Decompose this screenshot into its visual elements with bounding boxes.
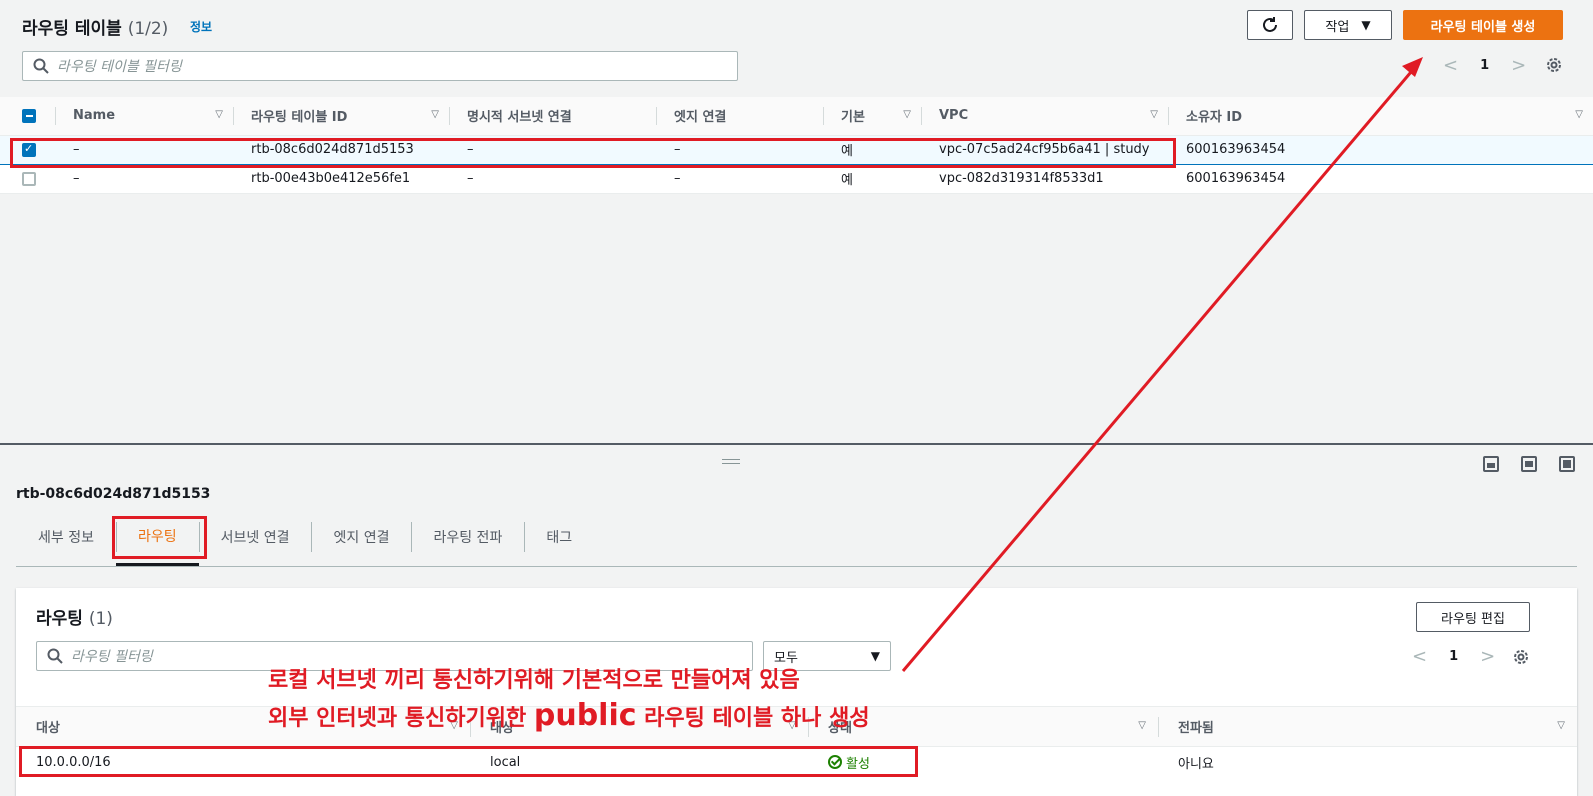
col-owner[interactable]: 소유자 ID ▽ — [1168, 97, 1593, 136]
tab-edge-associations[interactable]: 엣지 연결 — [311, 522, 411, 552]
routes-title-text: 라우팅 — [36, 609, 83, 629]
info-link[interactable]: 정보 — [190, 18, 212, 35]
col-main[interactable]: 기본 ▽ — [823, 97, 921, 136]
settings-gear-icon[interactable] — [1512, 648, 1530, 666]
col-route-table-id[interactable]: 라우팅 테이블 ID ▽ — [233, 97, 449, 136]
status-text: 활성 — [846, 756, 870, 772]
row-owner: 600163963454 — [1168, 134, 1593, 165]
check-circle-icon — [828, 755, 842, 769]
settings-gear-icon[interactable] — [1545, 56, 1563, 74]
search-icon — [33, 58, 49, 74]
col-name[interactable]: Name ▽ — [55, 97, 233, 136]
route-tables-table: Name ▽ 라우팅 테이블 ID ▽ 명시적 서브넷 연결 엣지 연결 기본 ▽ V… — [0, 97, 1593, 194]
panel-full-icon[interactable] — [1559, 456, 1575, 472]
row-name: – — [55, 164, 233, 194]
refresh-icon — [1263, 17, 1277, 32]
page-title: 라우팅 테이블 (1/2) — [22, 14, 168, 39]
route-tables-panel: 라우팅 테이블 (1/2) 정보 작업 ▼ 라우팅 테이블 생성 라우팅 테이블… — [0, 0, 1593, 450]
page-number[interactable]: 1 — [1449, 649, 1458, 664]
selected-route-table-id: rtb-08c6d024d871d5153 — [16, 486, 211, 502]
panel-bottom-icon[interactable] — [1483, 456, 1499, 472]
route-target: local — [490, 755, 521, 771]
col-propagated[interactable]: 전파됨 ▽ — [1158, 706, 1577, 747]
route-table-id-link[interactable]: rtb-08c6d024d871d5153 — [233, 134, 449, 165]
detail-tabs: 세부 정보 라우팅 서브넷 연결 엣지 연결 라우팅 전파 태그 — [16, 522, 1577, 567]
col-explicit-subnet[interactable]: 명시적 서브넷 연결 — [449, 97, 656, 136]
table-row[interactable]: – rtb-08c6d024d871d5153 – – 예 vpc-07c5ad… — [0, 134, 1593, 165]
row-edge: – — [656, 134, 823, 165]
next-page-icon[interactable]: > — [1511, 55, 1526, 76]
prev-page-icon[interactable]: < — [1443, 55, 1458, 76]
tab-tags[interactable]: 태그 — [524, 522, 594, 552]
vpc-link[interactable]: vpc-07c5ad24cf95b6a41 | study — [921, 134, 1168, 165]
route-status: 활성 — [808, 747, 1158, 779]
routes-filter-placeholder: 라우팅 필터링 — [71, 649, 153, 665]
routes-count: (1) — [88, 609, 113, 629]
table-row[interactable]: 10.0.0.0/16 local 활성 아니요 — [16, 747, 1577, 779]
row-subnet: – — [449, 134, 656, 165]
vpc-link[interactable]: vpc-082d319314f8533d1 — [921, 164, 1168, 194]
col-edge[interactable]: 엣지 연결 — [656, 97, 823, 136]
tab-route-propagation[interactable]: 라우팅 전파 — [411, 522, 524, 552]
route-table-filter-input[interactable]: 라우팅 테이블 필터링 — [22, 51, 738, 81]
row-name: – — [55, 134, 233, 165]
table-row[interactable]: – rtb-00e43b0e412e56fe1 – – 예 vpc-082d31… — [0, 164, 1593, 194]
panel-layout-controls — [1483, 456, 1575, 472]
caret-down-icon: ▼ — [1361, 18, 1371, 32]
tab-details[interactable]: 세부 정보 — [16, 522, 116, 552]
caret-down-icon: ▼ — [870, 649, 880, 663]
next-page-icon[interactable]: > — [1480, 646, 1495, 667]
page-title-text: 라우팅 테이블 — [22, 19, 122, 39]
col-vpc[interactable]: VPC ▽ — [921, 97, 1168, 136]
row-owner: 600163963454 — [1168, 164, 1593, 194]
actions-button[interactable]: 작업 ▼ — [1304, 10, 1392, 40]
prev-page-icon[interactable]: < — [1412, 646, 1427, 667]
page-number[interactable]: 1 — [1480, 58, 1489, 73]
annotation-line-1: 로컬 서브넷 끼리 통신하기위해 기본적으로 만들어져 있음 — [268, 668, 800, 693]
route-propagated: 아니요 — [1178, 757, 1214, 773]
tab-routes[interactable]: 라우팅 — [115, 522, 199, 566]
row-main: 예 — [823, 134, 921, 165]
row-checkbox[interactable] — [0, 164, 55, 194]
route-table-id-link[interactable]: rtb-00e43b0e412e56fe1 — [233, 164, 449, 194]
annotation-line-2: 외부 인터넷과 통신하기위한 public 라우팅 테이블 하나 생성 — [268, 698, 870, 733]
actions-label: 작업 — [1325, 19, 1350, 35]
pagination: < 1 > — [1443, 55, 1526, 76]
resize-handle-icon[interactable] — [722, 459, 740, 464]
refresh-button[interactable] — [1247, 10, 1293, 40]
row-main: 예 — [823, 164, 921, 194]
routes-pagination: < 1 > — [1412, 646, 1495, 667]
select-all-checkbox[interactable] — [0, 97, 55, 136]
split-divider[interactable] — [0, 443, 1593, 445]
filter-placeholder: 라우팅 테이블 필터링 — [57, 59, 182, 75]
routes-title: 라우팅 (1) — [36, 604, 113, 629]
tab-subnet-associations[interactable]: 서브넷 연결 — [198, 522, 312, 552]
selection-count: (1/2) — [127, 19, 169, 39]
row-checkbox[interactable] — [0, 134, 55, 165]
row-edge: – — [656, 164, 823, 194]
panel-side-icon[interactable] — [1521, 456, 1537, 472]
row-subnet: – — [449, 164, 656, 194]
search-icon — [47, 648, 63, 664]
edit-routes-button[interactable]: 라우팅 편집 — [1416, 602, 1530, 632]
create-route-table-button[interactable]: 라우팅 테이블 생성 — [1403, 10, 1563, 40]
route-destination: 10.0.0.0/16 — [36, 755, 111, 771]
